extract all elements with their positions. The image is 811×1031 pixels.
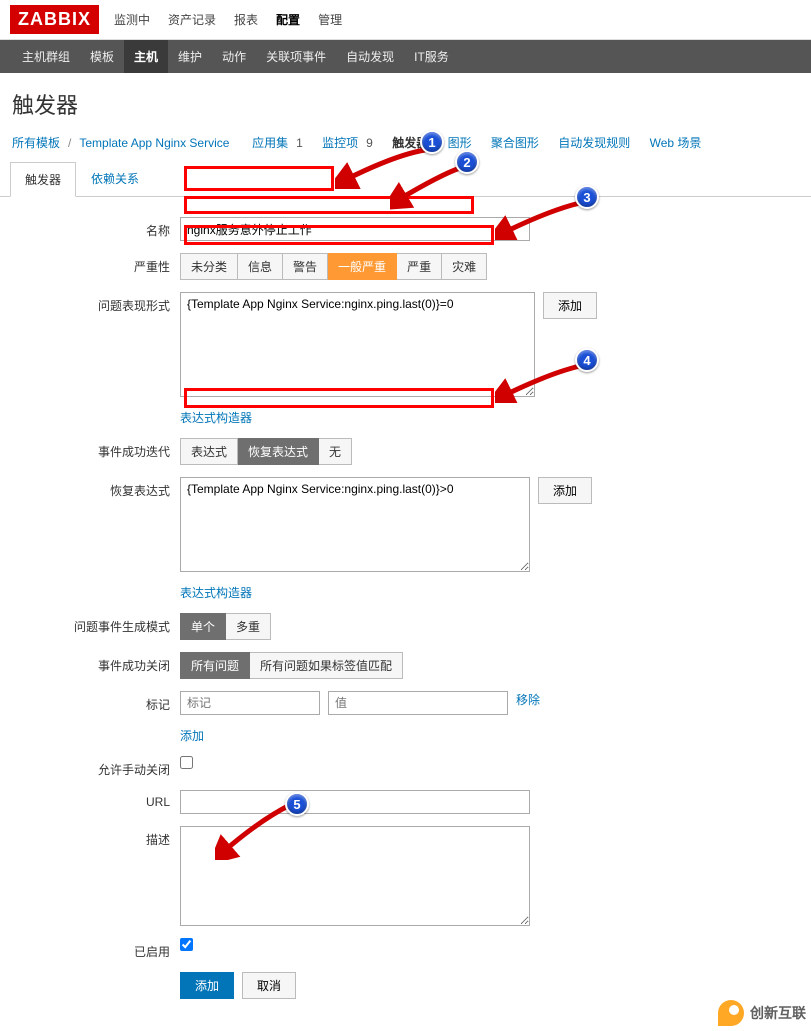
sev-warning[interactable]: 警告: [283, 253, 328, 280]
okclose-iftag[interactable]: 所有问题如果标签值匹配: [250, 652, 403, 679]
recovery-builder-link[interactable]: 表达式构造器: [180, 584, 252, 601]
page-title: 触发器: [0, 73, 811, 128]
watermark: 创新互联: [718, 1000, 806, 1026]
crumb-screens[interactable]: 聚合图形: [491, 134, 539, 151]
name-label: 名称: [12, 217, 180, 239]
enabled-label: 已启用: [12, 938, 180, 960]
genmode-multiple[interactable]: 多重: [226, 613, 271, 640]
tab-trigger[interactable]: 触发器: [10, 162, 76, 197]
top-menu: 监测中 资产记录 报表 配置 管理: [114, 11, 342, 28]
watermark-icon: [718, 1000, 744, 1026]
genmode-label: 问题事件生成模式: [12, 613, 180, 635]
okclose-all[interactable]: 所有问题: [180, 652, 250, 679]
sev-high[interactable]: 严重: [397, 253, 442, 280]
expression-label: 问题表现形式: [12, 292, 180, 314]
tags-label: 标记: [12, 691, 180, 713]
annotation-badge-1: 1: [420, 130, 444, 154]
okclose-label: 事件成功关闭: [12, 652, 180, 674]
tag-remove-link[interactable]: 移除: [516, 691, 540, 708]
sev-unclassified[interactable]: 未分类: [180, 253, 238, 280]
annotation-badge-4: 4: [575, 348, 599, 372]
breadcrumb: 所有模板 / Template App Nginx Service 应用集 1 …: [0, 128, 811, 161]
expression-textarea[interactable]: {Template App Nginx Service:nginx.ping.l…: [180, 292, 535, 397]
eventopt-expression[interactable]: 表达式: [180, 438, 238, 465]
trigger-form: 名称 严重性 未分类 信息 警告 一般严重 严重 灾难 问题表现形式 {Temp…: [0, 197, 811, 1031]
sub-nav: 主机群组 模板 主机 维护 动作 关联项事件 自动发现 IT服务: [0, 40, 811, 73]
eventopt-none[interactable]: 无: [319, 438, 352, 465]
crumb-sep: /: [68, 136, 71, 150]
watermark-text: 创新互联: [750, 1003, 806, 1023]
subnav-hostgroups[interactable]: 主机群组: [12, 40, 80, 73]
top-nav: ZABBIX 监测中 资产记录 报表 配置 管理: [0, 0, 811, 40]
expression-add-button[interactable]: 添加: [543, 292, 597, 319]
subnav-discovery[interactable]: 自动发现: [336, 40, 404, 73]
nav-config[interactable]: 配置: [276, 11, 300, 28]
eventopt-recovery[interactable]: 恢复表达式: [238, 438, 319, 465]
sev-average[interactable]: 一般严重: [328, 253, 397, 280]
tag-add-link[interactable]: 添加: [180, 727, 204, 744]
enabled-checkbox[interactable]: [180, 938, 193, 951]
recovery-add-button[interactable]: 添加: [538, 477, 592, 504]
manual-close-checkbox[interactable]: [180, 756, 193, 769]
tab-dependencies[interactable]: 依赖关系: [76, 161, 154, 196]
tabs: 触发器 依赖关系: [0, 161, 811, 197]
crumb-all-templates[interactable]: 所有模板: [12, 134, 60, 151]
expression-builder-link[interactable]: 表达式构造器: [180, 409, 252, 426]
genmode-single[interactable]: 单个: [180, 613, 226, 640]
crumb-apps[interactable]: 应用集: [252, 134, 288, 151]
cancel-button[interactable]: 取消: [242, 972, 296, 999]
okclose-group: 所有问题 所有问题如果标签值匹配: [180, 652, 403, 679]
nav-admin[interactable]: 管理: [318, 11, 342, 28]
crumb-web[interactable]: Web 场景: [650, 134, 702, 151]
crumb-discovery-rules[interactable]: 自动发现规则: [558, 134, 630, 151]
genmode-group: 单个 多重: [180, 613, 271, 640]
recovery-label: 恢复表达式: [12, 477, 180, 499]
subnav-itservices[interactable]: IT服务: [404, 40, 459, 73]
recovery-textarea[interactable]: {Template App Nginx Service:nginx.ping.l…: [180, 477, 530, 572]
submit-button[interactable]: 添加: [180, 972, 234, 999]
crumb-graphs[interactable]: 图形: [448, 134, 472, 151]
subnav-correlation[interactable]: 关联项事件: [256, 40, 336, 73]
desc-label: 描述: [12, 826, 180, 848]
annotation-badge-2: 2: [455, 150, 479, 174]
url-label: URL: [12, 790, 180, 809]
severity-label: 严重性: [12, 253, 180, 275]
manual-close-label: 允许手动关闭: [12, 756, 180, 778]
crumb-template[interactable]: Template App Nginx Service: [79, 136, 229, 150]
crumb-apps-count: 1: [296, 136, 303, 150]
severity-group: 未分类 信息 警告 一般严重 严重 灾难: [180, 253, 487, 280]
subnav-hosts[interactable]: 主机: [124, 40, 168, 73]
logo[interactable]: ZABBIX: [10, 5, 99, 34]
annotation-badge-3: 3: [575, 185, 599, 209]
name-input[interactable]: [180, 217, 530, 241]
event-gen-label: 事件成功迭代: [12, 438, 180, 460]
crumb-items[interactable]: 监控项: [322, 134, 358, 151]
sev-info[interactable]: 信息: [238, 253, 283, 280]
annotation-badge-5: 5: [285, 792, 309, 816]
url-input[interactable]: [180, 790, 530, 814]
tag-value-input[interactable]: [328, 691, 508, 715]
nav-monitoring[interactable]: 监测中: [114, 11, 150, 28]
description-textarea[interactable]: [180, 826, 530, 926]
subnav-actions[interactable]: 动作: [212, 40, 256, 73]
event-gen-group: 表达式 恢复表达式 无: [180, 438, 352, 465]
tag-name-input[interactable]: [180, 691, 320, 715]
crumb-items-count: 9: [366, 136, 373, 150]
nav-inventory[interactable]: 资产记录: [168, 11, 216, 28]
sev-disaster[interactable]: 灾难: [442, 253, 487, 280]
nav-reports[interactable]: 报表: [234, 11, 258, 28]
subnav-templates[interactable]: 模板: [80, 40, 124, 73]
subnav-maintenance[interactable]: 维护: [168, 40, 212, 73]
